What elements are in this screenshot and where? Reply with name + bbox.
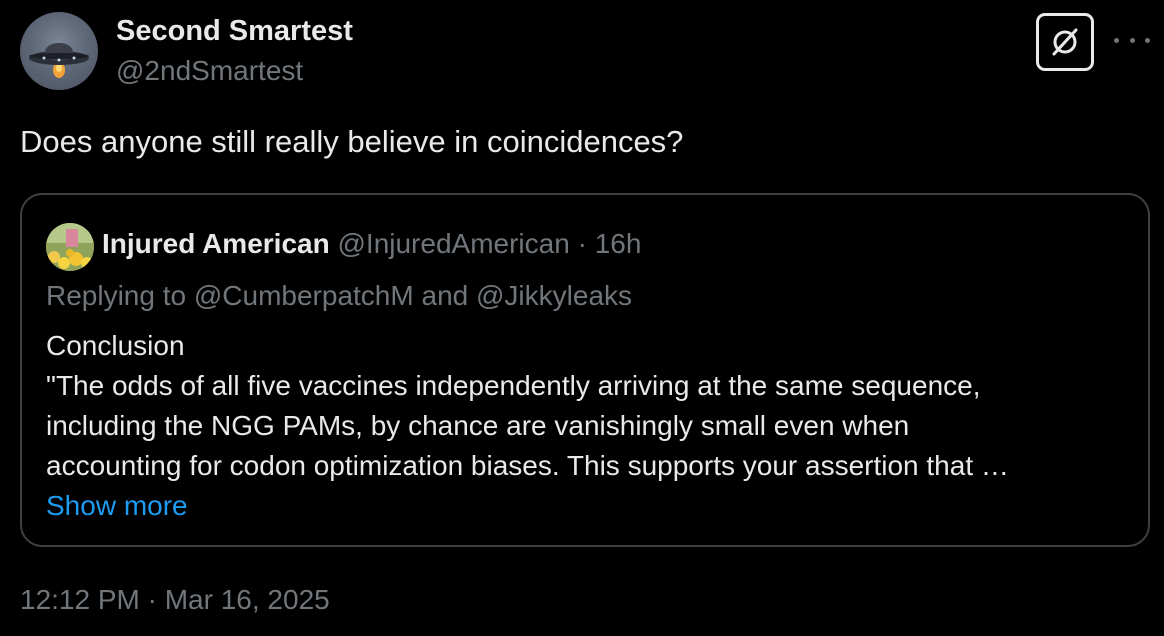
tweet-text: Does anyone still really believe in coin…: [20, 124, 684, 159]
quoted-header: Injured American @InjuredAmerican · 16h: [102, 228, 641, 260]
show-more-link[interactable]: Show more: [46, 486, 1009, 526]
grok-icon: [1052, 28, 1078, 56]
quoted-body-line: Conclusion: [46, 330, 185, 361]
author-avatar[interactable]: [20, 12, 98, 90]
quoted-author-avatar[interactable]: [46, 223, 94, 271]
author-display-name[interactable]: Second Smartest: [116, 15, 353, 48]
more-icon-dot: [1145, 37, 1150, 43]
replying-and: and: [421, 280, 469, 311]
more-icon-dot: [1129, 37, 1135, 43]
quoted-handle[interactable]: @InjuredAmerican: [337, 228, 569, 259]
replying-mention-2[interactable]: @Jikkyleaks: [476, 280, 632, 311]
ufo-icon: [29, 43, 89, 78]
quoted-replying-to: Replying to @CumberpatchM and @Jikkyleak…: [46, 280, 632, 312]
tweet: Second Smartest @2ndSmartest Does anyone…: [0, 0, 1164, 636]
quoted-age[interactable]: 16h: [595, 228, 642, 259]
quoted-body-line: including the NGG PAMs, by chance are va…: [46, 410, 910, 441]
replying-prefix: Replying to: [46, 280, 187, 311]
quoted-tweet[interactable]: Injured American @InjuredAmerican · 16h …: [20, 193, 1150, 547]
quoted-body-line: "The odds of all five vaccines independe…: [46, 370, 981, 401]
more-button[interactable]: [1114, 28, 1150, 52]
quoted-separator: ·: [577, 228, 587, 259]
more-icon-dot: [1114, 37, 1119, 43]
tweet-timestamp[interactable]: 12:12 PM · Mar 16, 2025: [20, 584, 330, 616]
grok-button[interactable]: [1036, 13, 1094, 71]
replying-mention-1[interactable]: @CumberpatchM: [194, 280, 414, 311]
author-handle[interactable]: @2ndSmartest: [116, 55, 303, 87]
quoted-body-line: accounting for codon optimization biases…: [46, 450, 1009, 481]
quoted-display-name[interactable]: Injured American: [102, 228, 330, 259]
quoted-body: Conclusion "The odds of all five vaccine…: [46, 326, 1009, 526]
flowers-avatar-icon: [46, 223, 94, 271]
